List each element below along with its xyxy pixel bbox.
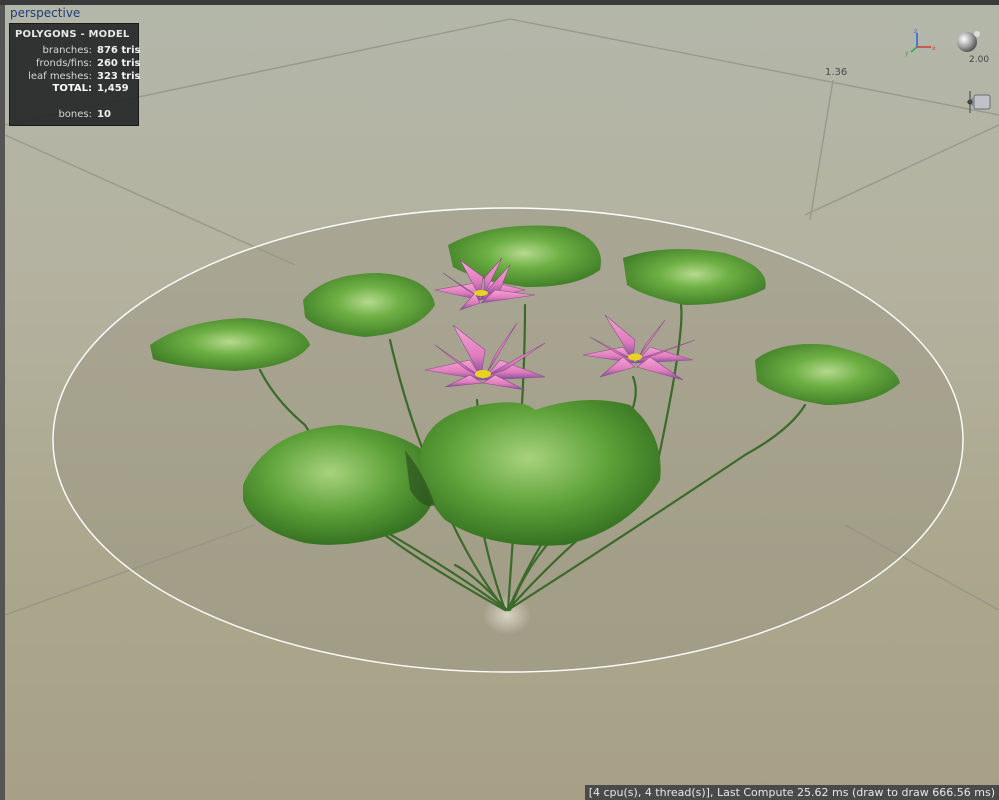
- stat-label: bones:: [58, 109, 92, 120]
- camera-icon[interactable]: [960, 87, 996, 117]
- polygon-stats-panel: POLYGONS - MODEL branches: 876 tris fron…: [9, 23, 141, 126]
- scene-canvas[interactable]: [5, 5, 999, 800]
- stat-value: 1,459: [97, 83, 129, 94]
- status-bar: [4 cpu(s), 4 thread(s)], Last Compute 25…: [584, 785, 999, 800]
- stat-label: branches:: [42, 45, 93, 56]
- stat-row-branches: branches: 876 tris: [10, 45, 141, 58]
- stat-row-fronds: fronds/fins: 260 tris: [10, 58, 140, 71]
- stat-row-bones: bones: 10: [10, 109, 134, 122]
- stat-label: TOTAL:: [52, 83, 92, 94]
- stat-label: leaf meshes:: [28, 71, 92, 82]
- viewport-mode-label[interactable]: perspective: [10, 6, 80, 20]
- stat-value: 260 tris: [97, 58, 141, 69]
- stat-row-total: TOTAL: 1,459: [10, 83, 134, 96]
- axis-gizmo-icon[interactable]: z y x: [903, 27, 943, 57]
- stat-label: fronds/fins:: [35, 58, 92, 69]
- stats-title: POLYGONS - MODEL: [15, 29, 130, 40]
- gizmo-z-label: z: [914, 28, 917, 35]
- perspective-viewport[interactable]: perspective POLYGONS - MODEL branches: 8…: [5, 5, 999, 800]
- gizmo-y-label: y: [905, 50, 909, 57]
- zoom-level: 2.00: [969, 55, 990, 65]
- stat-value: 876 tris: [97, 45, 141, 56]
- dimension-label: 1.36: [825, 67, 848, 78]
- gizmo-x-label: x: [932, 45, 936, 52]
- stat-value: 323 tris: [97, 71, 141, 82]
- stat-value: 10: [97, 109, 111, 120]
